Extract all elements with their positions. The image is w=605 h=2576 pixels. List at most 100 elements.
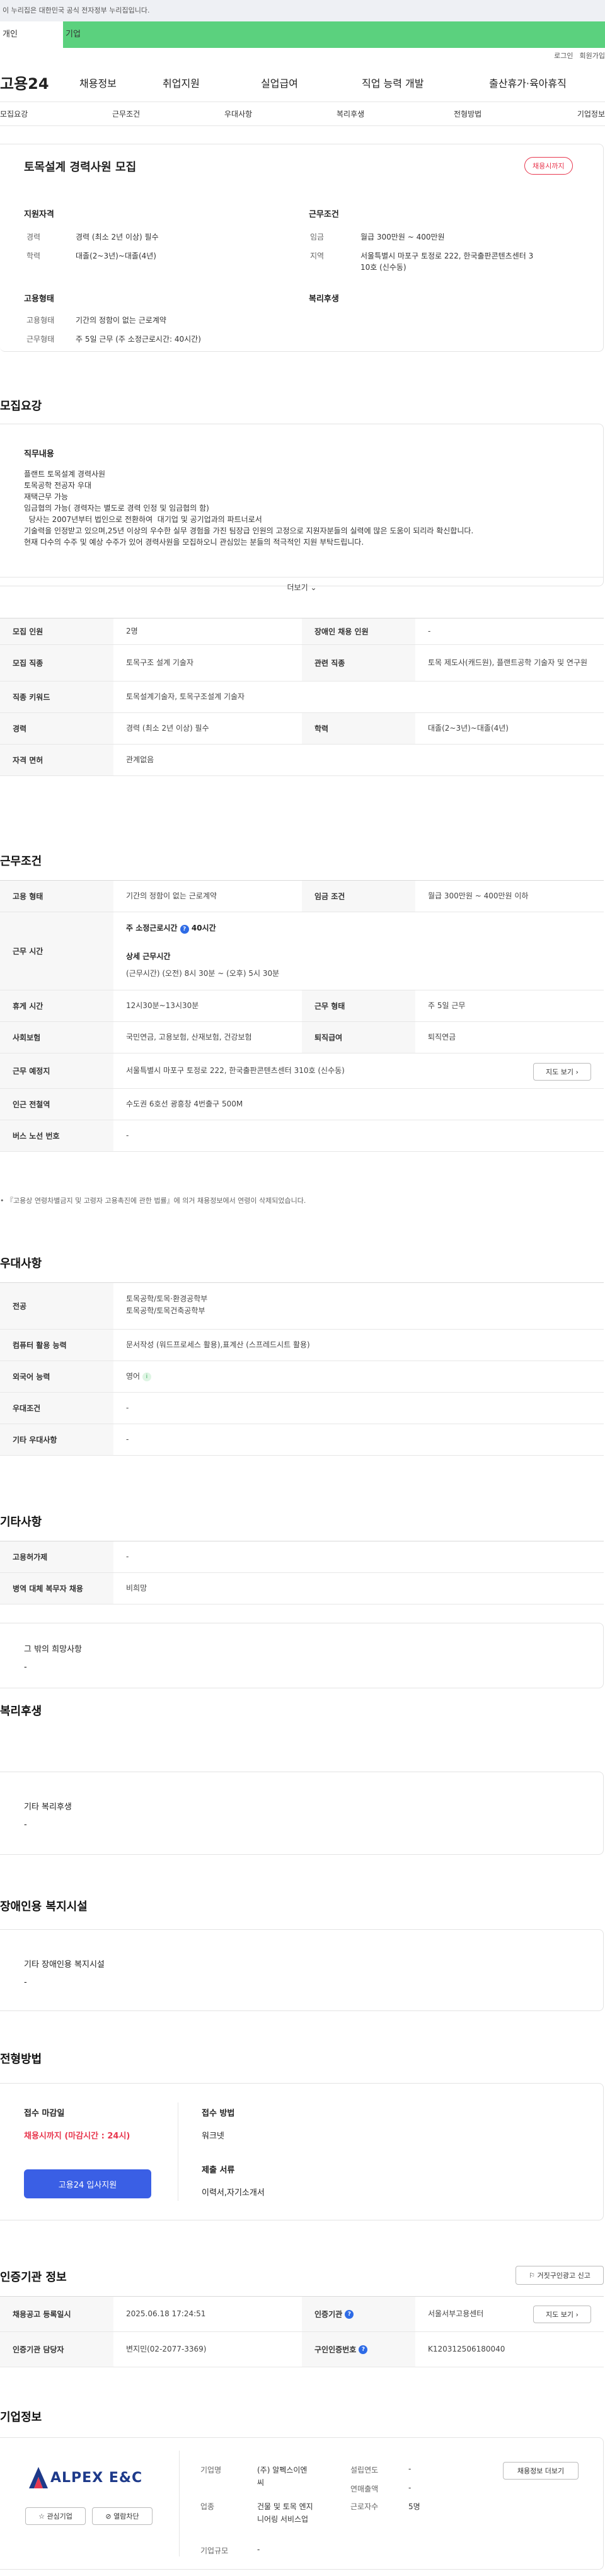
duty-line: 토목공학 전공자 우대 xyxy=(24,481,91,490)
table-header: 사회보험 xyxy=(0,1022,113,1053)
table-row: 전공 토목공학/토목·환경공학부 토목공학/토목건축공학부 xyxy=(0,1283,604,1330)
favorite-company-button[interactable]: ☆ 관심기업 xyxy=(25,2507,86,2525)
table-cell: - xyxy=(126,1130,129,1140)
table-cell: 2025.06.18 17:24:51 xyxy=(126,2309,206,2318)
company-logo-text: ALPEX E&C xyxy=(50,2469,143,2486)
info-icon[interactable]: i xyxy=(142,1372,151,1381)
welfare-card: 기타 복리후생 - xyxy=(0,1772,604,1855)
report-button-label: 거짓구인광고 신고 xyxy=(537,2271,591,2280)
more-button[interactable]: 더보기 ⌄ xyxy=(0,582,604,593)
table-header: 장애인 채용 인원 xyxy=(302,618,415,644)
worktype-value: 주 5일 근무 (주 소정근로시간: 40시간) xyxy=(76,335,201,344)
map-button[interactable]: 지도 보기 › xyxy=(533,1063,591,1081)
table-row: 모집 인원 2명 장애인 채용 인원 - xyxy=(0,618,604,645)
founded-label: 설립연도 xyxy=(350,2466,379,2474)
size-label: 기업규모 xyxy=(200,2546,229,2555)
duty-line: 임금협의 가능( 경력자는 별도로 경력 인정 및 임금협의 함) xyxy=(24,504,209,513)
table-cell: 퇴직연금 xyxy=(428,1032,456,1041)
table-header: 고용허가제 xyxy=(0,1541,113,1572)
table-row: 우대조건 - xyxy=(0,1393,604,1424)
other-wish-card: 그 밖의 희망사항 - xyxy=(0,1623,604,1688)
info-icon[interactable]: ? xyxy=(180,925,189,934)
alarm-icon: ⚐ xyxy=(529,2271,535,2280)
site-logo[interactable]: 고용24 xyxy=(0,71,79,93)
subnav-company[interactable]: 기업정보 xyxy=(577,108,605,119)
favorite-label: 관심기업 xyxy=(47,2512,72,2521)
subnav-work[interactable]: 근무조건 xyxy=(112,108,224,119)
duty-line: 재택근무 가능 xyxy=(24,492,69,501)
info-icon[interactable]: ? xyxy=(345,2309,354,2319)
method-value: 워크넷 xyxy=(202,2132,224,2141)
chevron-right-icon: › xyxy=(575,1067,579,1076)
table-row: 인증기관 담당자 변지민(02-2077-3369) 구인인증번호 ? K1203… xyxy=(0,2332,604,2367)
detail-hours-value: (근무시간) (오전) 8시 30분 ~ (오후) 5시 30분 xyxy=(126,969,280,978)
disab-title: 장애인용 복지시설 xyxy=(0,1900,88,1913)
table-header: 직종 키워드 xyxy=(0,682,113,712)
industry-value-line1: 건물 및 토목 엔지 xyxy=(257,2502,313,2511)
table-cell: 토목 제도사(캐드원), 플랜트공학 기술자 및 연구원 xyxy=(428,658,588,667)
table-header: 구인인증번호 ? xyxy=(302,2332,415,2367)
other-title: 기타사항 xyxy=(0,1516,42,1529)
block-company-button[interactable]: ⊘ 열람차단 xyxy=(92,2507,153,2525)
gnb-item-employment-support[interactable]: 취업지원 xyxy=(163,75,261,90)
emp-heading: 고용형태 xyxy=(24,294,54,304)
other-wish-value: - xyxy=(24,1662,27,1672)
table-header: 컴퓨터 활용 능력 xyxy=(0,1330,113,1361)
table-row: 컴퓨터 활용 능력 문서작성 (워드프로세스 활용),표계산 (스프레드시트 활용… xyxy=(0,1330,604,1361)
table-row: 고용허가제 - xyxy=(0,1541,604,1573)
gnb-item-parental-leave[interactable]: 출산휴가·육아휴직 xyxy=(489,75,567,90)
auth-title: 인증기관 정보 xyxy=(0,2271,67,2284)
employees-value: 5명 xyxy=(408,2502,420,2511)
gnb-item-job-training[interactable]: 직업 능력 개발 xyxy=(362,75,489,90)
table-row: 근무 예정지 서울특별시 마포구 토정로 222, 한국출판콘텐츠센터 310호 … xyxy=(0,1053,604,1089)
career-value: 경력 (최소 2년 이상) 필수 xyxy=(76,233,159,241)
subnav-pref[interactable]: 우대사항 xyxy=(224,108,337,119)
worktype-label: 근무형태 xyxy=(26,335,55,344)
report-button[interactable]: ⚐ 거짓구인광고 신고 xyxy=(516,2266,604,2285)
table-row: 병역 대체 복무자 채용 비희망 xyxy=(0,1573,604,1604)
wage-value: 월급 300만원 ~ 400만원 xyxy=(360,233,445,241)
company-name-label: 기업명 xyxy=(200,2466,222,2474)
table-header: 인증기관 담당자 xyxy=(0,2332,113,2367)
duty-line: 플랜트 토목설계 경력사원 xyxy=(24,470,106,479)
org-map-button[interactable]: 지도 보기 › xyxy=(533,2306,591,2323)
table-cell: 주 5일 근무 xyxy=(428,1001,466,1010)
edu-label: 학력 xyxy=(26,252,41,260)
table-header: 휴게 시간 xyxy=(0,990,113,1021)
gnb-item-unemployment-benefit[interactable]: 실업급여 xyxy=(261,75,362,90)
gnb-item-jobs[interactable]: 채용정보 xyxy=(79,75,163,90)
table-cell: 비희망 xyxy=(126,1583,147,1593)
table-header: 인증기관 ? xyxy=(302,2297,415,2331)
table-header: 학력 xyxy=(302,713,415,744)
pref-title: 우대사항 xyxy=(0,1257,42,1270)
apply-button[interactable]: 고용24 입사지원 xyxy=(24,2169,151,2198)
table-cell: 서울특별시 마포구 토정로 222, 한국출판콘텐츠센터 310호 (신수동) xyxy=(126,1065,345,1075)
global-nav: 고용24 채용정보 취업지원 실업급여 직업 능력 개발 출산휴가·육아휴직 xyxy=(0,63,605,102)
company-card: ALPEX E&C ☆ 관심기업 ⊘ 열람차단 기업명 (주) 알펙스이엔 씨 … xyxy=(0,2437,604,2570)
language-value: 영어 xyxy=(126,1371,141,1381)
chevron-right-icon: › xyxy=(575,2310,579,2319)
info-icon[interactable]: ? xyxy=(359,2345,368,2354)
subnav-welfare[interactable]: 복리후생 xyxy=(337,108,454,119)
subnav-recruit[interactable]: 모집요강 xyxy=(0,108,112,119)
major-item: 토목공학/토목건축공학부 xyxy=(126,1306,205,1316)
user-type-tabs: 개인 기업 xyxy=(0,21,605,48)
size-value: - xyxy=(257,2545,260,2554)
table-cell: 12시30분~13시30분 xyxy=(126,1001,199,1010)
table-header: 전공 xyxy=(0,1283,113,1329)
gov-notice-bar: 이 누리집은 대한민국 공식 전자정부 누리집입니다. xyxy=(0,0,605,21)
login-link[interactable]: 로그인 xyxy=(554,50,573,61)
table-row: 기타 우대사항 - xyxy=(0,1424,604,1456)
table-header: 채용공고 등록일시 xyxy=(0,2297,113,2331)
qual-heading: 지원자격 xyxy=(24,210,54,219)
signup-link[interactable]: 회원가입 xyxy=(580,50,605,61)
tab-company[interactable]: 기업 xyxy=(63,21,605,48)
subnav-process[interactable]: 전형방법 xyxy=(454,108,563,119)
duty-line: 기술력을 인정받고 있으며,25년 이상의 우수한 실무 경험을 가진 팀장급 … xyxy=(24,526,474,535)
work-title: 근무조건 xyxy=(0,855,42,868)
tab-personal[interactable]: 개인 xyxy=(0,21,63,48)
table-header: 인근 전철역 xyxy=(0,1089,113,1120)
industry-value-line2: 니어링 서비스업 xyxy=(257,2515,309,2524)
gov-notice-text: 이 누리집은 대한민국 공식 전자정부 누리집입니다. xyxy=(3,6,150,15)
more-jobs-button[interactable]: 채용정보 더보기 xyxy=(503,2462,579,2480)
